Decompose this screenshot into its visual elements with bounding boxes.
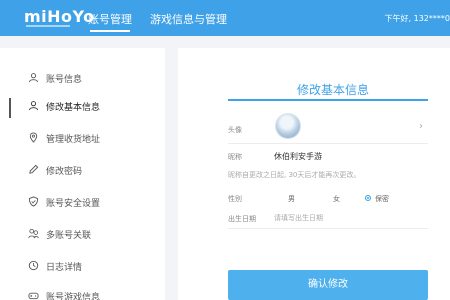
sidebar-item-label: 管理收货地址 <box>46 135 101 145</box>
edit-basic-info-panel: 修改基本信息 头像 › 昵称 休伯利安手游 昵称自更改之日起, 30天后才能再次… <box>178 48 450 300</box>
nickname-label: 昵称 <box>228 153 242 161</box>
top-navigation-bar: miHoYo 账号管理 游戏信息与管理 下午好, 132****0 <box>0 0 450 36</box>
sidebar-item-label: 账号游戏信息 <box>46 293 101 300</box>
title-divider <box>228 99 428 101</box>
sidebar-item-label: 账号安全设置 <box>46 199 101 209</box>
sidebar-item-account-info[interactable]: 账号信息 <box>0 68 165 90</box>
page-title: 修改基本信息 <box>296 83 369 97</box>
divider <box>228 228 428 229</box>
sidebar-item-edit-basic-info[interactable]: 修改基本信息 <box>0 96 165 118</box>
birthdate-label: 出生日期 <box>228 215 256 223</box>
avatar[interactable] <box>275 113 301 139</box>
nav-game-info-management[interactable]: 游戏信息与管理 <box>150 11 227 27</box>
sidebar-item-label: 修改密码 <box>46 167 83 177</box>
gender-option-secret[interactable]: 保密 <box>375 194 389 204</box>
nickname-field[interactable]: 休伯利安手游 <box>274 151 322 162</box>
pencil-icon <box>29 164 39 174</box>
gender-label: 性别 <box>228 195 242 203</box>
sidebar-item-security-settings[interactable]: 账号安全设置 <box>0 192 165 214</box>
nav-active-underline <box>90 30 130 32</box>
gender-option-female[interactable]: 女 <box>333 194 340 204</box>
chevron-right-icon[interactable]: › <box>419 121 423 132</box>
confirm-button[interactable]: 确认修改 <box>228 270 428 300</box>
sidebar: 账号信息 修改基本信息 管理收货地址 修改密码 账号安全设置 多账号关联 日志详… <box>0 48 165 300</box>
nickname-hint: 昵称自更改之日起, 30天后才能再次更改。 <box>228 171 361 179</box>
user-icon <box>28 73 39 83</box>
logo-tagline-bar <box>26 25 70 27</box>
sidebar-item-multi-account[interactable]: 多账号关联 <box>0 224 165 246</box>
sidebar-item-change-password[interactable]: 修改密码 <box>0 160 165 182</box>
divider <box>228 143 428 144</box>
sidebar-item-label: 多账号关联 <box>46 231 92 241</box>
sidebar-item-label: 修改基本信息 <box>46 103 101 113</box>
sidebar-item-log-details[interactable]: 日志详情 <box>0 256 165 278</box>
sidebar-item-game-info[interactable]: 账号游戏信息 <box>0 286 165 300</box>
gender-radio-selected[interactable] <box>365 195 371 201</box>
birthdate-input[interactable]: 请填写出生日期 <box>274 211 430 225</box>
gender-option-male[interactable]: 男 <box>288 194 295 204</box>
clock-icon <box>28 260 39 271</box>
location-pin-icon <box>29 132 38 143</box>
shield-icon <box>28 196 39 207</box>
avatar-label: 头像 <box>228 126 242 134</box>
gamepad-icon <box>28 292 39 300</box>
nav-account-management[interactable]: 账号管理 <box>88 11 132 27</box>
sidebar-item-manage-address[interactable]: 管理收货地址 <box>0 128 165 150</box>
user-edit-icon <box>28 101 39 111</box>
user-greeting[interactable]: 下午好, 132****0 <box>385 13 450 24</box>
sidebar-item-label: 账号信息 <box>46 75 83 85</box>
sidebar-item-label: 日志详情 <box>46 263 83 273</box>
link-accounts-icon <box>28 228 39 239</box>
active-indicator <box>9 98 11 118</box>
mihoyo-logo[interactable]: miHoYo <box>24 7 95 26</box>
